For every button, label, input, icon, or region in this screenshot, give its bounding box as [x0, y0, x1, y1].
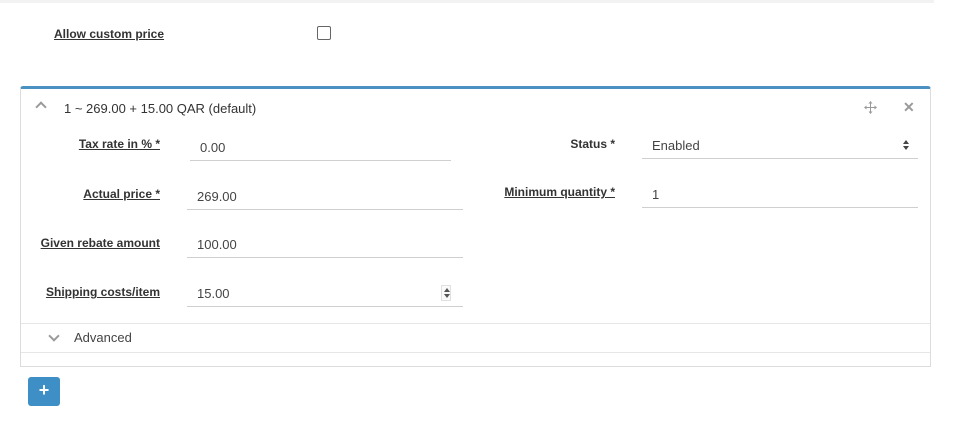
- add-price-button[interactable]: +: [28, 377, 60, 406]
- shipping-value: 15.00: [197, 286, 230, 301]
- actual-price-input[interactable]: 269.00: [187, 184, 463, 210]
- price-panel-header[interactable]: 1 ~ 269.00 + 15.00 QAR (default) ✕: [21, 89, 930, 125]
- advanced-toggle[interactable]: Advanced: [21, 323, 930, 353]
- shipping-input[interactable]: 15.00: [187, 281, 463, 307]
- status-label: Status *: [570, 137, 615, 151]
- price-panel: 1 ~ 269.00 + 15.00 QAR (default) ✕ Tax r…: [20, 86, 931, 367]
- move-icon[interactable]: [864, 101, 877, 114]
- min-quantity-label: Minimum quantity *: [504, 185, 615, 199]
- chevron-down-icon: [48, 330, 60, 342]
- advanced-label: Advanced: [74, 330, 132, 345]
- status-select[interactable]: Enabled: [642, 133, 918, 159]
- select-arrows-icon: [903, 140, 909, 150]
- actual-price-label: Actual price *: [83, 187, 160, 201]
- chevron-up-icon[interactable]: [35, 101, 47, 113]
- tax-rate-input[interactable]: 0.00: [190, 135, 451, 161]
- allow-custom-price-label: Allow custom price: [54, 27, 165, 41]
- close-icon[interactable]: ✕: [903, 99, 915, 115]
- top-divider: [0, 0, 934, 3]
- price-panel-title: 1 ~ 269.00 + 15.00 QAR (default): [64, 101, 257, 116]
- shipping-label: Shipping costs/item: [45, 285, 160, 299]
- tax-rate-label: Tax rate in % *: [78, 137, 160, 151]
- min-quantity-input[interactable]: 1: [642, 182, 918, 208]
- rebate-input[interactable]: 100.00: [187, 232, 463, 258]
- number-stepper-icon[interactable]: [441, 285, 451, 301]
- status-value: Enabled: [652, 138, 700, 153]
- allow-custom-price-checkbox[interactable]: [317, 26, 331, 40]
- rebate-label: Given rebate amount: [40, 236, 160, 250]
